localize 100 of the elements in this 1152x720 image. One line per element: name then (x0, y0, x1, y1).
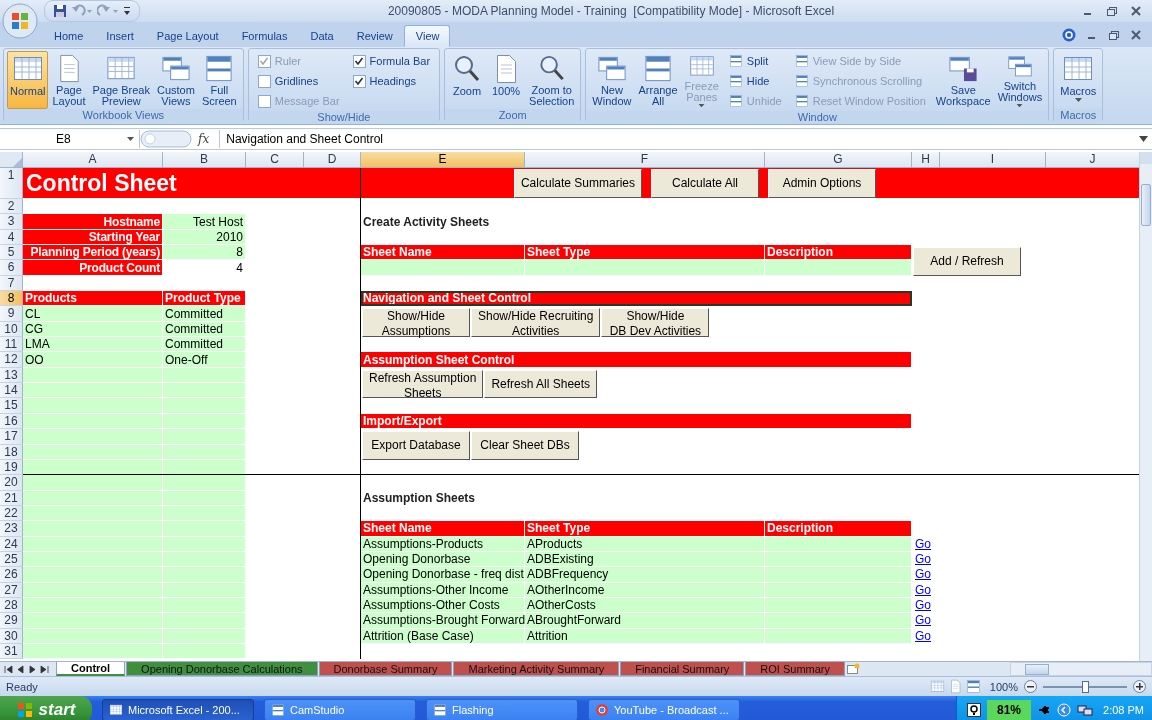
sheet-tab[interactable]: Marketing Activity Summary (453, 662, 620, 676)
go-link[interactable]: Go (912, 582, 940, 598)
checkbox-option[interactable]: Formula Bar (350, 51, 433, 71)
sheet-button[interactable]: Refresh Assumption Sheets (362, 369, 484, 399)
customize-icon[interactable] (123, 5, 131, 17)
ribbon-button[interactable]: Macros (1057, 51, 1100, 109)
zoom-out-icon[interactable] (1024, 680, 1037, 693)
close-icon[interactable] (1130, 5, 1142, 17)
column-header[interactable]: G (765, 152, 912, 168)
sheet-button[interactable]: Calculate Summaries (513, 169, 642, 198)
ribbon-button[interactable]: Full Screen (198, 51, 240, 109)
plug-icon[interactable] (1037, 703, 1052, 717)
ribbon-button[interactable]: Arrange All (635, 51, 681, 109)
horizontal-scrollbar[interactable] (1010, 662, 1152, 676)
row-header[interactable]: 2 (0, 199, 23, 215)
go-link[interactable]: Go (912, 567, 940, 583)
column-header[interactable]: C (246, 152, 304, 168)
sheet-button[interactable]: Add / Refresh (913, 247, 1021, 276)
ribbon-button[interactable]: 100% (487, 51, 526, 109)
ribbon-tab[interactable]: Data (298, 25, 345, 47)
chevron-icon[interactable] (1057, 703, 1072, 717)
column-header[interactable]: B (163, 152, 246, 168)
network-icon[interactable] (1077, 703, 1094, 717)
formula-field[interactable]: Navigation and Sheet Control (219, 130, 1152, 148)
restore-icon[interactable] (1108, 28, 1120, 41)
sheet-tab[interactable]: ROI Summary (745, 662, 845, 676)
column-header[interactable]: D (304, 152, 361, 168)
row-header[interactable]: 11 (0, 337, 23, 353)
row-header[interactable]: 26 (0, 567, 23, 583)
ribbon-tab[interactable]: Insert (94, 25, 145, 47)
start-button[interactable]: start (0, 696, 92, 720)
sheet-button[interactable]: Show/Hide Assumptions (362, 308, 470, 338)
row-header[interactable]: 3 (0, 214, 23, 230)
column-header[interactable]: E (361, 152, 525, 168)
column-heading[interactable]: Navigation and Sheet Control (361, 291, 912, 307)
go-link[interactable]: Go (912, 536, 940, 552)
sheet-button[interactable]: Show/Hide Recruiting Activities (471, 308, 601, 338)
ribbon-button[interactable]: Custom Views (153, 51, 198, 109)
ribbon-button[interactable]: Normal (7, 51, 49, 109)
column-header[interactable]: A (23, 152, 163, 168)
save-icon[interactable] (53, 4, 67, 18)
ribbon-tab[interactable]: Review (344, 25, 404, 47)
ribbon-button[interactable]: Page Break Preview (89, 51, 153, 109)
vertical-scrollbar[interactable] (1139, 152, 1152, 661)
name-box[interactable]: E8 (0, 130, 140, 148)
sheet-tab[interactable]: Donorbase Summary (318, 662, 453, 676)
battery-indicator[interactable]: 81% (987, 700, 1032, 720)
row-header[interactable]: 5 (0, 245, 23, 261)
ribbon-button[interactable]: New Window (589, 51, 635, 109)
go-link[interactable]: Go (912, 551, 940, 568)
ribbon-tab[interactable]: Formulas (229, 25, 299, 47)
checkbox-option[interactable]: Gridlines (255, 71, 342, 91)
restore-icon[interactable] (1106, 5, 1118, 17)
sheet-button[interactable]: Refresh All Sheets (484, 369, 598, 399)
go-link[interactable]: Go (912, 628, 940, 644)
ribbon-button[interactable]: Page Layout (49, 51, 89, 109)
go-link[interactable]: Go (912, 613, 940, 629)
sheet-button[interactable]: Admin Options (768, 169, 876, 198)
ribbon-tab[interactable]: Home (42, 25, 95, 47)
row-header[interactable]: 29 (0, 613, 23, 629)
zoom-slider[interactable] (1043, 680, 1127, 693)
arrow-icon[interactable] (4, 664, 13, 674)
sheet-tab[interactable]: Control (56, 662, 126, 676)
column-header[interactable]: F (525, 152, 765, 168)
ribbon-button[interactable]: Zoom to Selection (526, 51, 578, 109)
sheet-tab[interactable]: Opening Donorbase Calculations (126, 662, 318, 676)
go-link[interactable]: Go (912, 597, 940, 614)
row-header[interactable]: 20 (0, 475, 23, 491)
column-header[interactable]: J (1046, 152, 1139, 168)
row-header[interactable]: 9 (0, 306, 23, 322)
taskbar-button[interactable]: Microsoft Excel - 200... (102, 699, 254, 720)
ribbon-button[interactable]: Save Workspace (932, 51, 994, 109)
ribbon-tab[interactable]: View (403, 25, 451, 47)
row-header[interactable]: 1 (0, 168, 23, 199)
sheet-button[interactable]: Calculate All (651, 169, 759, 198)
sheet-tab[interactable]: Financial Summary (620, 662, 745, 676)
row-header[interactable]: 23 (0, 521, 23, 537)
zoom-in-icon[interactable] (1133, 680, 1146, 693)
ribbon-button[interactable]: Switch Windows (994, 51, 1046, 109)
arrow-icon[interactable] (40, 664, 49, 674)
ribbon-button[interactable]: Split (726, 51, 784, 71)
column-header[interactable]: I (940, 152, 1046, 168)
row-header[interactable]: 12 (0, 352, 23, 368)
row-header[interactable]: 17 (0, 429, 23, 445)
insert-sheet-icon[interactable] (846, 663, 860, 675)
checkbox-option[interactable]: Headings (350, 71, 433, 91)
ribbon-tab[interactable]: Page Layout (144, 25, 230, 47)
zoom-level[interactable]: 100% (989, 680, 1018, 693)
sheet-button[interactable]: Export Database (362, 431, 470, 460)
sheet-button[interactable]: Show/Hide DB Dev Activities (601, 308, 710, 338)
row-header[interactable]: 8 (0, 291, 23, 307)
row-header[interactable]: 14 (0, 383, 23, 399)
insert-function-button[interactable]: fx (198, 132, 210, 146)
ribbon-button[interactable]: Zoom (448, 51, 487, 109)
row-header[interactable]: 15 (0, 398, 23, 414)
row-header[interactable]: 6 (0, 260, 23, 276)
column-header[interactable]: H (912, 152, 940, 168)
sheet-button[interactable]: Clear Sheet DBs (471, 431, 579, 460)
close-icon[interactable] (1130, 28, 1142, 41)
ribbon-button[interactable]: Hide (726, 71, 784, 91)
